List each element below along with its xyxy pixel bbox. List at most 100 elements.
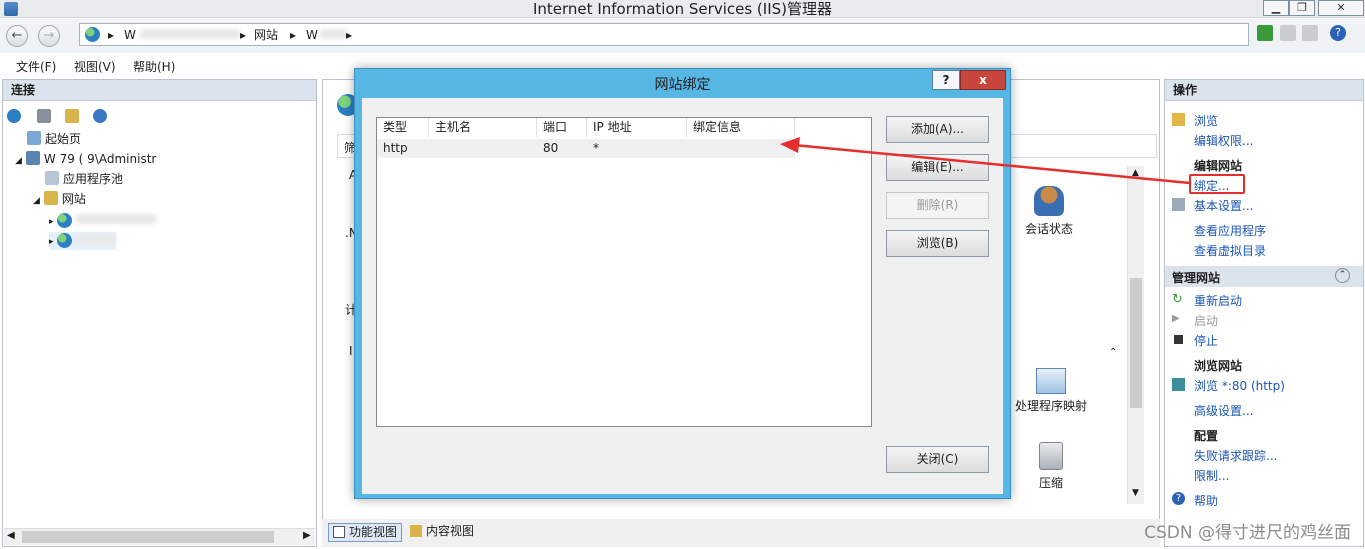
tree-start-page[interactable]: 起始页 [27,131,81,147]
action-edit-permissions[interactable]: 编辑权限... [1194,132,1253,149]
vertical-scrollbar[interactable]: ▲ ▼ [1127,166,1144,504]
action-help[interactable]: 帮助 [1194,492,1218,509]
menu-file[interactable]: 文件(F) [16,58,56,75]
start-page-icon [27,131,41,145]
home-icon[interactable] [1302,25,1318,41]
scrollbar-thumb[interactable] [22,531,274,543]
handler-mappings-icon [1036,368,1066,394]
stop-icon[interactable] [1280,25,1296,41]
connections-toolbar [7,107,127,127]
redacted-site-name [75,234,116,244]
action-browse[interactable]: 浏览 [1194,112,1218,129]
action-view-applications[interactable]: 查看应用程序 [1194,222,1266,239]
scroll-right-icon[interactable]: ▶ [303,530,311,541]
breadcrumb-arrow-icon[interactable]: ▸ [346,27,352,43]
breadcrumb-site[interactable]: W [306,27,348,43]
action-restart[interactable]: 重新启动 [1194,292,1242,309]
action-view-virtual-directories[interactable]: 查看虚拟目录 [1194,242,1266,259]
features-view-icon [333,526,345,538]
dialog-close-x-button[interactable]: x [960,70,1006,90]
address-bar[interactable]: ▸ W ▸ 网站 ▸ W ▸ [79,23,1249,46]
globe-icon [85,27,100,42]
connect-icon[interactable] [7,109,21,123]
up-folder-icon[interactable] [65,109,79,123]
action-start[interactable]: 启动 [1194,312,1218,329]
save-icon[interactable] [37,109,51,123]
tab-features-view[interactable]: 功能视图 [328,523,403,542]
expand-arrow-icon[interactable]: ▸ [49,217,54,227]
horizontal-scrollbar[interactable]: ◀ ▶ [4,528,315,545]
restart-icon: ↻ [1172,292,1183,307]
binding-info-cell [687,139,693,158]
forward-button[interactable]: → [38,25,60,47]
watermark-text: CSDN @得寸进尺的鸡丝面 [1144,523,1351,543]
collapse-group-icon[interactable]: ⌃ [1109,347,1117,358]
breadcrumb-arrow-icon[interactable]: ▸ [240,27,246,43]
app-pools-icon [45,171,59,185]
action-advanced-settings[interactable]: 高级设置... [1194,402,1253,419]
breadcrumb-sites[interactable]: 网站 [254,27,278,43]
start-icon: ▶ [1172,313,1180,324]
browse-site-label: 浏览网站 [1194,359,1243,373]
redacted-site-name [75,214,156,224]
feature-compression[interactable]: 压缩 [1015,442,1087,491]
site-globe-icon [56,233,72,248]
site-globe-icon [56,213,72,228]
annotation-arrow-head [780,137,800,153]
maximize-button[interactable]: ❐ [1289,0,1315,16]
refresh-icon[interactable] [1257,25,1273,41]
compression-icon [1039,442,1063,470]
tree-app-pools[interactable]: 应用程序池 [45,171,123,187]
actions-header: 操作 [1165,80,1363,101]
scroll-left-icon[interactable]: ◀ [7,530,15,541]
column-type[interactable]: 类型 [377,118,429,137]
menu-view[interactable]: 视图(V) [74,58,116,75]
configure-label: 配置 [1194,429,1219,443]
dialog-help-button[interactable]: ? [932,70,960,90]
feature-handler-mappings[interactable]: 处理程序映射 [1015,368,1087,414]
dialog-title: 网站绑定 [654,77,711,93]
redacted-site-name [319,29,348,39]
tab-content-view[interactable]: 内容视图 [406,523,478,542]
breadcrumb-arrow-icon[interactable]: ▸ [108,27,114,43]
back-button[interactable]: ← [6,25,28,47]
breadcrumb-arrow-icon[interactable]: ▸ [290,27,296,43]
column-ip-address[interactable]: IP 地址 [587,118,687,137]
scrollbar-thumb[interactable] [1130,278,1142,408]
browse-binding-button[interactable]: 浏览(B) [886,230,989,257]
tree-server[interactable]: ◢ W 79 ( 9\Administr [15,151,156,169]
binding-row[interactable]: http 80 * [377,139,795,158]
remove-binding-button[interactable]: 删除(R) [886,192,989,219]
navigation-bar: ← → ▸ W ▸ 网站 ▸ W ▸ ? [0,19,1365,53]
redacted-server-name [139,29,240,39]
view-tabs-bar: 功能视图 内容视图 [322,519,1160,547]
action-browse-port-80[interactable]: 浏览 *:80 (http) [1194,377,1285,394]
tree-site-1[interactable]: ▸ [49,212,156,230]
menu-help[interactable]: 帮助(H) [133,58,175,75]
close-dialog-button[interactable]: 关闭(C) [886,446,989,473]
collapse-arrow-icon[interactable]: ◢ [33,196,40,206]
edit-site-label: 编辑网站 [1194,159,1243,173]
action-failed-request-tracing[interactable]: 失败请求跟踪... [1194,447,1277,464]
action-limits[interactable]: 限制... [1194,467,1229,484]
help-icon[interactable]: ? [1330,25,1346,41]
collapse-arrow-icon[interactable]: ◢ [15,156,22,166]
connections-panel: 连接 起始页 ◢ W 79 ( 9\Administr 应用程序池 ◢ 网站 ▸ ▸… [2,79,317,547]
column-hostname[interactable]: 主机名 [429,118,537,137]
scroll-down-icon[interactable]: ▼ [1132,488,1139,498]
breadcrumb-server[interactable]: W [124,27,240,43]
window-title-bar: Internet Information Services (IIS)管理器 ▁… [0,0,1365,18]
action-basic-settings[interactable]: 基本设置... [1194,197,1253,214]
column-port[interactable]: 端口 [537,118,587,137]
disconnect-icon[interactable] [93,109,107,123]
close-window-button[interactable]: ✕ [1318,0,1364,16]
expand-arrow-icon[interactable]: ▸ [49,237,54,247]
minimize-button[interactable]: ▁ [1263,0,1289,16]
action-stop[interactable]: 停止 [1194,332,1218,349]
manage-site-header[interactable]: 管理网站 ⌃ [1165,266,1363,287]
collapse-section-icon[interactable]: ⌃ [1335,268,1350,283]
tree-site-2-selected[interactable]: ▸ [49,232,116,250]
help-icon: ? [1172,492,1185,505]
tree-sites[interactable]: ◢ 网站 [33,191,86,209]
basic-settings-icon [1172,198,1185,211]
